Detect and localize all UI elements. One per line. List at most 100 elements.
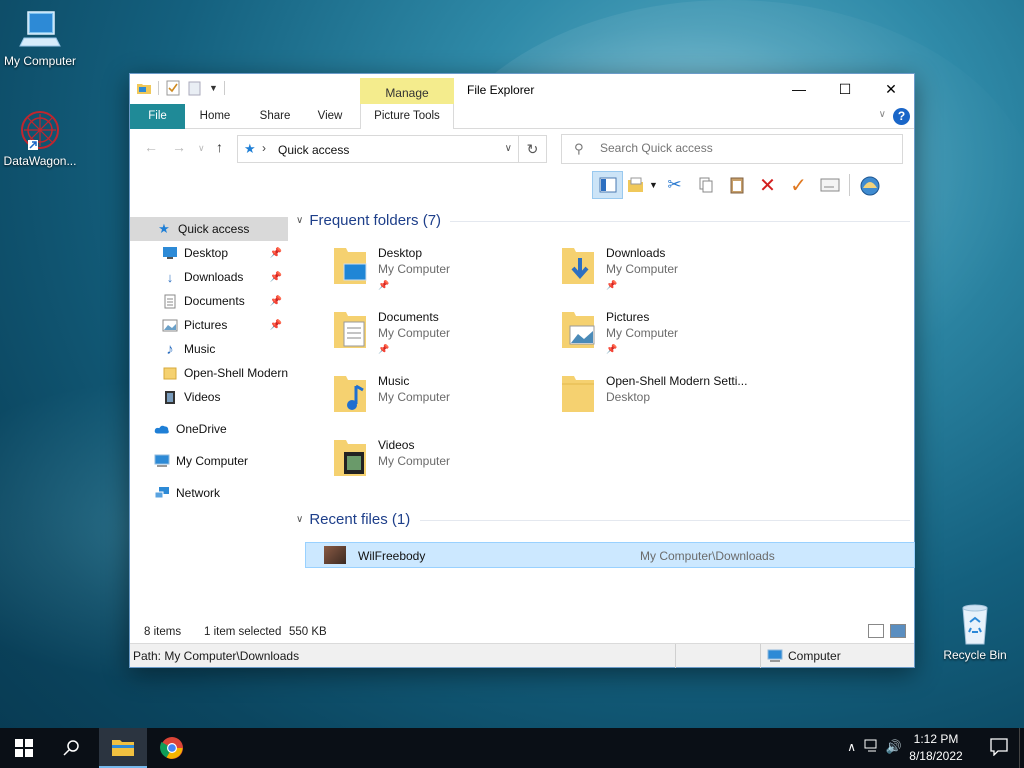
search-box[interactable]: ⚲	[561, 134, 903, 164]
maximize-button[interactable]: ☐	[822, 74, 868, 104]
details-view-icon[interactable]	[868, 624, 884, 638]
nav-item-label: My Computer	[176, 454, 249, 468]
nav-item-label: Network	[176, 486, 221, 500]
window-title: File Explorer	[467, 83, 535, 97]
explorer-folder-icon[interactable]	[136, 80, 152, 96]
properties-check-icon[interactable]: ✓	[783, 171, 814, 199]
search-input[interactable]	[600, 141, 880, 155]
frequent-folders-header[interactable]: ∨ Frequent folders (7)	[296, 212, 441, 229]
desktop-icon-datawagon[interactable]: DataWagon...	[0, 108, 80, 168]
delete-icon[interactable]: ✕	[752, 171, 783, 199]
nav-item-downloads[interactable]: ↓ Downloads 📌	[130, 265, 288, 289]
tab-picture-tools[interactable]: Picture Tools	[360, 104, 454, 129]
volume-icon[interactable]: 🔊	[886, 739, 902, 755]
folder-tile-pictures[interactable]: Pictures My Computer 📌	[558, 304, 778, 364]
cut-icon[interactable]: ✂	[659, 171, 690, 199]
navigation-pane-button[interactable]	[592, 171, 623, 199]
copy-icon[interactable]	[690, 171, 721, 199]
nav-item-open-shell[interactable]: Open-Shell Modern	[130, 361, 288, 385]
nav-item-quick-access[interactable]: ★ Quick access	[130, 217, 288, 241]
pin-icon[interactable]: 📌	[270, 248, 282, 259]
show-hidden-icons-chevron-icon[interactable]: ∧	[847, 740, 856, 754]
nav-item-label: Pictures	[184, 318, 228, 332]
recent-locations-chevron-icon[interactable]: ∨	[198, 143, 205, 154]
nav-item-label: Videos	[184, 390, 221, 404]
open-shell-settings-icon[interactable]	[854, 171, 885, 199]
nav-item-onedrive[interactable]: OneDrive	[130, 417, 288, 441]
refresh-button[interactable]: ↻	[519, 135, 547, 163]
tile-location: My Computer	[378, 262, 451, 276]
folder-options-chevron-icon[interactable]: ▼	[649, 180, 659, 190]
group-title: Recent files (1)	[309, 511, 411, 528]
breadcrumb-location[interactable]: Quick access	[278, 143, 349, 157]
downloads-folder-icon	[560, 244, 596, 286]
nav-item-desktop[interactable]: Desktop 📌	[130, 241, 288, 265]
folder-tile-documents[interactable]: Documents My Computer 📌	[330, 304, 550, 364]
tab-share[interactable]: Share	[250, 104, 300, 129]
manage-contextual-tab[interactable]: Manage	[360, 78, 454, 104]
expand-ribbon-chevron-icon[interactable]: ∨	[879, 109, 886, 120]
network-tray-icon[interactable]	[864, 739, 880, 756]
clock[interactable]: 1:12 PM 8/18/2022	[906, 732, 966, 763]
tile-name: Downloads	[606, 246, 666, 260]
tab-home[interactable]: Home	[190, 104, 240, 129]
minimize-button[interactable]: —	[776, 74, 822, 104]
breadcrumb-chevron-icon[interactable]: ›	[262, 141, 266, 155]
folder-tile-desktop[interactable]: Desktop My Computer 📌	[330, 240, 550, 300]
location-zone: Computer	[767, 649, 841, 663]
taskbar-chrome[interactable]	[148, 728, 196, 768]
computer-icon	[16, 8, 64, 52]
taskbar: ∧ 🔊 1:12 PM 8/18/2022	[0, 728, 1024, 768]
forward-arrow-icon[interactable]: →	[172, 139, 186, 155]
nav-item-my-computer[interactable]: My Computer	[130, 449, 288, 473]
group-divider	[450, 221, 910, 222]
pin-icon[interactable]: 📌	[270, 320, 282, 331]
desktop-icon-recycle-bin[interactable]: Recycle Bin	[935, 602, 1015, 662]
folder-tile-videos[interactable]: Videos My Computer	[330, 432, 550, 492]
properties-icon[interactable]	[165, 80, 181, 96]
up-arrow-icon[interactable]: ↑	[216, 139, 223, 155]
clock-time: 1:12 PM	[913, 732, 959, 746]
pin-icon[interactable]: 📌	[270, 272, 282, 283]
action-center-icon[interactable]	[990, 738, 1008, 759]
documents-folder-icon	[332, 308, 368, 350]
nav-item-pictures[interactable]: Pictures 📌	[130, 313, 288, 337]
desktop-icon	[162, 245, 178, 261]
nav-item-videos[interactable]: Videos	[130, 385, 288, 409]
nav-item-label: Open-Shell Modern	[183, 366, 288, 380]
title-bar: ▼ Manage File Explorer — ☐ ✕	[130, 74, 914, 104]
tab-file[interactable]: File	[130, 104, 185, 129]
help-button[interactable]: ?	[893, 108, 910, 125]
desktop-icon-label: My Computer	[3, 54, 77, 68]
nav-item-network[interactable]: Network	[130, 481, 288, 505]
back-arrow-icon[interactable]: ←	[144, 139, 158, 155]
customize-qat-chevron-icon[interactable]: ▼	[209, 83, 218, 93]
search-button[interactable]	[48, 728, 96, 768]
collapse-chevron-icon[interactable]: ∨	[296, 514, 303, 525]
tile-name: Music	[378, 374, 410, 388]
folder-tile-open-shell[interactable]: Open-Shell Modern Setti... Desktop	[558, 368, 778, 428]
recent-files-header[interactable]: ∨ Recent files (1)	[296, 511, 410, 528]
pin-icon[interactable]: 📌	[270, 296, 282, 307]
show-desktop-button[interactable]	[1019, 728, 1024, 768]
address-dropdown-chevron-icon[interactable]: ∨	[505, 143, 512, 154]
new-folder-icon[interactable]	[187, 80, 203, 96]
nav-item-music[interactable]: ♪ Music	[130, 337, 288, 361]
address-bar[interactable]: ★ › Quick access ∨	[237, 135, 519, 163]
recent-file-row[interactable]: WilFreebody My Computer\Downloads	[305, 542, 915, 568]
paste-icon[interactable]	[721, 171, 752, 199]
collapse-chevron-icon[interactable]: ∨	[296, 215, 303, 226]
close-button[interactable]: ✕	[868, 74, 914, 104]
desktop-icon-my-computer[interactable]: My Computer	[0, 8, 80, 68]
tab-view[interactable]: View	[305, 104, 355, 129]
taskbar-file-explorer[interactable]	[99, 728, 147, 768]
nav-item-documents[interactable]: Documents 📌	[130, 289, 288, 313]
folder-tile-music[interactable]: Music My Computer	[330, 368, 550, 428]
large-icons-view-icon[interactable]	[890, 624, 906, 638]
chrome-icon	[160, 737, 183, 759]
email-icon[interactable]	[814, 171, 845, 199]
start-button[interactable]	[0, 728, 48, 768]
folder-tile-downloads[interactable]: Downloads My Computer 📌	[558, 240, 778, 300]
folder-options-icon[interactable]	[623, 171, 649, 199]
search-icon: ⚲	[574, 141, 584, 156]
